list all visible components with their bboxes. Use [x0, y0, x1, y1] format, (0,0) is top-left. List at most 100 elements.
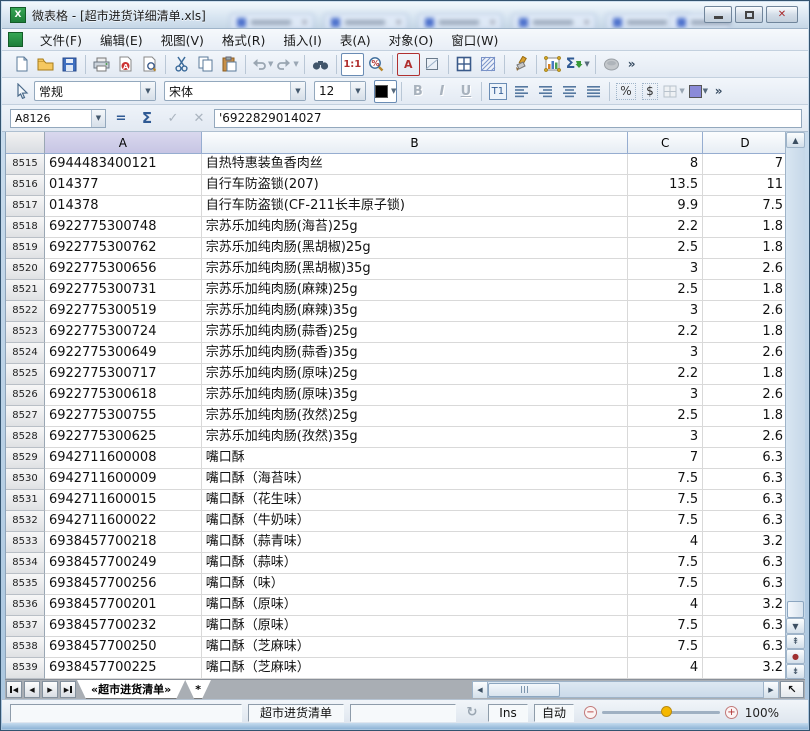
- row-header[interactable]: 8518: [6, 217, 45, 238]
- borders-button[interactable]: [453, 53, 476, 76]
- cell-product-name[interactable]: 嘴口酥（味）: [201, 574, 629, 595]
- cell-price[interactable]: 3: [628, 343, 704, 364]
- menu-item[interactable]: 对象(O): [380, 28, 443, 51]
- cell-price[interactable]: 2.5: [628, 238, 704, 259]
- menu-item[interactable]: 表(A): [331, 28, 380, 51]
- cell-product-name[interactable]: 宗苏乐加纯肉肠(麻辣)35g: [201, 301, 629, 322]
- row-header[interactable]: 8539: [6, 658, 45, 679]
- row-header[interactable]: 8525: [6, 364, 45, 385]
- row-header[interactable]: 8521: [6, 280, 45, 301]
- justify-button[interactable]: [582, 80, 605, 103]
- cell-price[interactable]: 2.2: [628, 217, 704, 238]
- cell-product-name[interactable]: 自热特惠装鱼香肉丝: [201, 154, 629, 175]
- cell-price[interactable]: 2.5: [628, 406, 704, 427]
- cell-product-name[interactable]: 嘴口酥（蒜味）: [201, 553, 629, 574]
- cell-price[interactable]: 7.5: [628, 490, 704, 511]
- cancel-entry-button[interactable]: ✕: [188, 111, 210, 126]
- cell-barcode[interactable]: 014377: [44, 175, 202, 196]
- vertical-scroll-thumb[interactable]: [787, 601, 804, 618]
- font-color-button[interactable]: A: [396, 52, 420, 76]
- cell-cost[interactable]: 1.8: [703, 322, 787, 343]
- row-header[interactable]: 8526: [6, 385, 45, 406]
- cell-price[interactable]: 4: [628, 658, 704, 679]
- cell-barcode[interactable]: 6922775300618: [44, 385, 202, 406]
- cell-cost[interactable]: 6.3: [703, 490, 787, 511]
- last-sheet-button[interactable]: ▶: [60, 681, 76, 698]
- cell-product-name[interactable]: 自行车防盗锁(CF-211长丰原子锁): [201, 196, 629, 217]
- column-header-a[interactable]: A: [44, 132, 202, 154]
- underline-button[interactable]: U: [454, 80, 477, 103]
- cell-price[interactable]: 8: [628, 154, 704, 175]
- scroll-down-button[interactable]: ▼: [786, 618, 805, 634]
- maximize-button[interactable]: [735, 6, 763, 23]
- row-header[interactable]: 8538: [6, 637, 45, 658]
- horizontal-scroll-track[interactable]: [488, 682, 763, 698]
- cell-barcode[interactable]: 6938457700201: [44, 595, 202, 616]
- scroll-right-button[interactable]: ▶: [763, 681, 778, 698]
- previous-sheet-button[interactable]: ◀: [24, 681, 40, 698]
- cell-barcode[interactable]: 6938457700249: [44, 553, 202, 574]
- column-header-c[interactable]: C: [628, 132, 704, 154]
- column-header-d[interactable]: D: [703, 132, 787, 154]
- column-header-b[interactable]: B: [201, 132, 629, 154]
- cell-product-name[interactable]: 嘴口酥（牛奶味）: [201, 511, 629, 532]
- new-document-button[interactable]: [10, 53, 33, 76]
- zoom-slider-thumb[interactable]: [661, 706, 672, 717]
- open-button[interactable]: [34, 53, 57, 76]
- menu-item[interactable]: 格式(R): [213, 28, 274, 51]
- minimize-button[interactable]: [704, 6, 732, 23]
- font-combobox[interactable]: 宋体 ▼: [164, 81, 306, 101]
- cell-product-name[interactable]: 嘴口酥（芝麻味）: [201, 658, 629, 679]
- draw-border-button[interactable]: [421, 53, 444, 76]
- cell-barcode[interactable]: 6938457700232: [44, 616, 202, 637]
- cell-product-name[interactable]: 宗苏乐加纯肉肠(麻辣)25g: [201, 280, 629, 301]
- align-center-button[interactable]: [558, 80, 581, 103]
- cell-barcode[interactable]: 6938457700218: [44, 532, 202, 553]
- bold-button[interactable]: B: [406, 80, 429, 103]
- cell-barcode[interactable]: 6922775300724: [44, 322, 202, 343]
- cell-cost[interactable]: 2.6: [703, 301, 787, 322]
- cell-price[interactable]: 9.9: [628, 196, 704, 217]
- row-header[interactable]: 8515: [6, 154, 45, 175]
- horizontal-scrollbar[interactable]: ◀ ▶: [472, 681, 779, 698]
- cell-barcode[interactable]: 6922775300625: [44, 427, 202, 448]
- cell-price[interactable]: 7.5: [628, 511, 704, 532]
- paste-button[interactable]: [218, 53, 241, 76]
- cell-cost[interactable]: 1.8: [703, 238, 787, 259]
- cell-barcode[interactable]: 014378: [44, 196, 202, 217]
- row-header[interactable]: 8534: [6, 553, 45, 574]
- cell-price[interactable]: 2.5: [628, 280, 704, 301]
- row-header[interactable]: 8516: [6, 175, 45, 196]
- cell-barcode[interactable]: 6922775300649: [44, 343, 202, 364]
- previous-page-button[interactable]: ⇞: [786, 634, 805, 649]
- close-button[interactable]: ✕: [766, 6, 798, 23]
- row-header[interactable]: 8528: [6, 427, 45, 448]
- cell-product-name[interactable]: 宗苏乐加纯肉肠(原味)25g: [201, 364, 629, 385]
- cell-barcode[interactable]: 6922775300656: [44, 259, 202, 280]
- cell-product-name[interactable]: 宗苏乐加纯肉肠(黑胡椒)25g: [201, 238, 629, 259]
- cell-cost[interactable]: 6.3: [703, 637, 787, 658]
- font-size-combobox[interactable]: 12 ▼: [314, 81, 366, 101]
- cell-price[interactable]: 7.5: [628, 469, 704, 490]
- cell-cost[interactable]: 11: [703, 175, 787, 196]
- cell-cost[interactable]: 2.6: [703, 385, 787, 406]
- horizontal-scroll-thumb[interactable]: [488, 682, 560, 697]
- cell-barcode[interactable]: 6922775300717: [44, 364, 202, 385]
- cell-price[interactable]: 2.2: [628, 322, 704, 343]
- menu-item[interactable]: 编辑(E): [91, 28, 152, 51]
- cell-product-name[interactable]: 宗苏乐加纯肉肠(原味)35g: [201, 385, 629, 406]
- toolbar-overflow-button[interactable]: »: [624, 57, 640, 71]
- select-browse-object-button[interactable]: ●: [786, 649, 805, 664]
- cell-product-name[interactable]: 宗苏乐加纯肉肠(蒜香)25g: [201, 322, 629, 343]
- scroll-left-button[interactable]: ◀: [473, 681, 488, 698]
- first-sheet-button[interactable]: ◀: [6, 681, 22, 698]
- cell-cost[interactable]: 2.6: [703, 343, 787, 364]
- row-header[interactable]: 8519: [6, 238, 45, 259]
- row-header[interactable]: 8527: [6, 406, 45, 427]
- cell-cost[interactable]: 3.2: [703, 595, 787, 616]
- cell-product-name[interactable]: 自行车防盗锁(207): [201, 175, 629, 196]
- cell-product-name[interactable]: 宗苏乐加纯肉肠(孜然)35g: [201, 427, 629, 448]
- cell-cost[interactable]: 1.8: [703, 280, 787, 301]
- zoom-actual-size-button[interactable]: 1:1: [340, 52, 364, 76]
- text-color-dropdown[interactable]: ▼: [374, 79, 398, 103]
